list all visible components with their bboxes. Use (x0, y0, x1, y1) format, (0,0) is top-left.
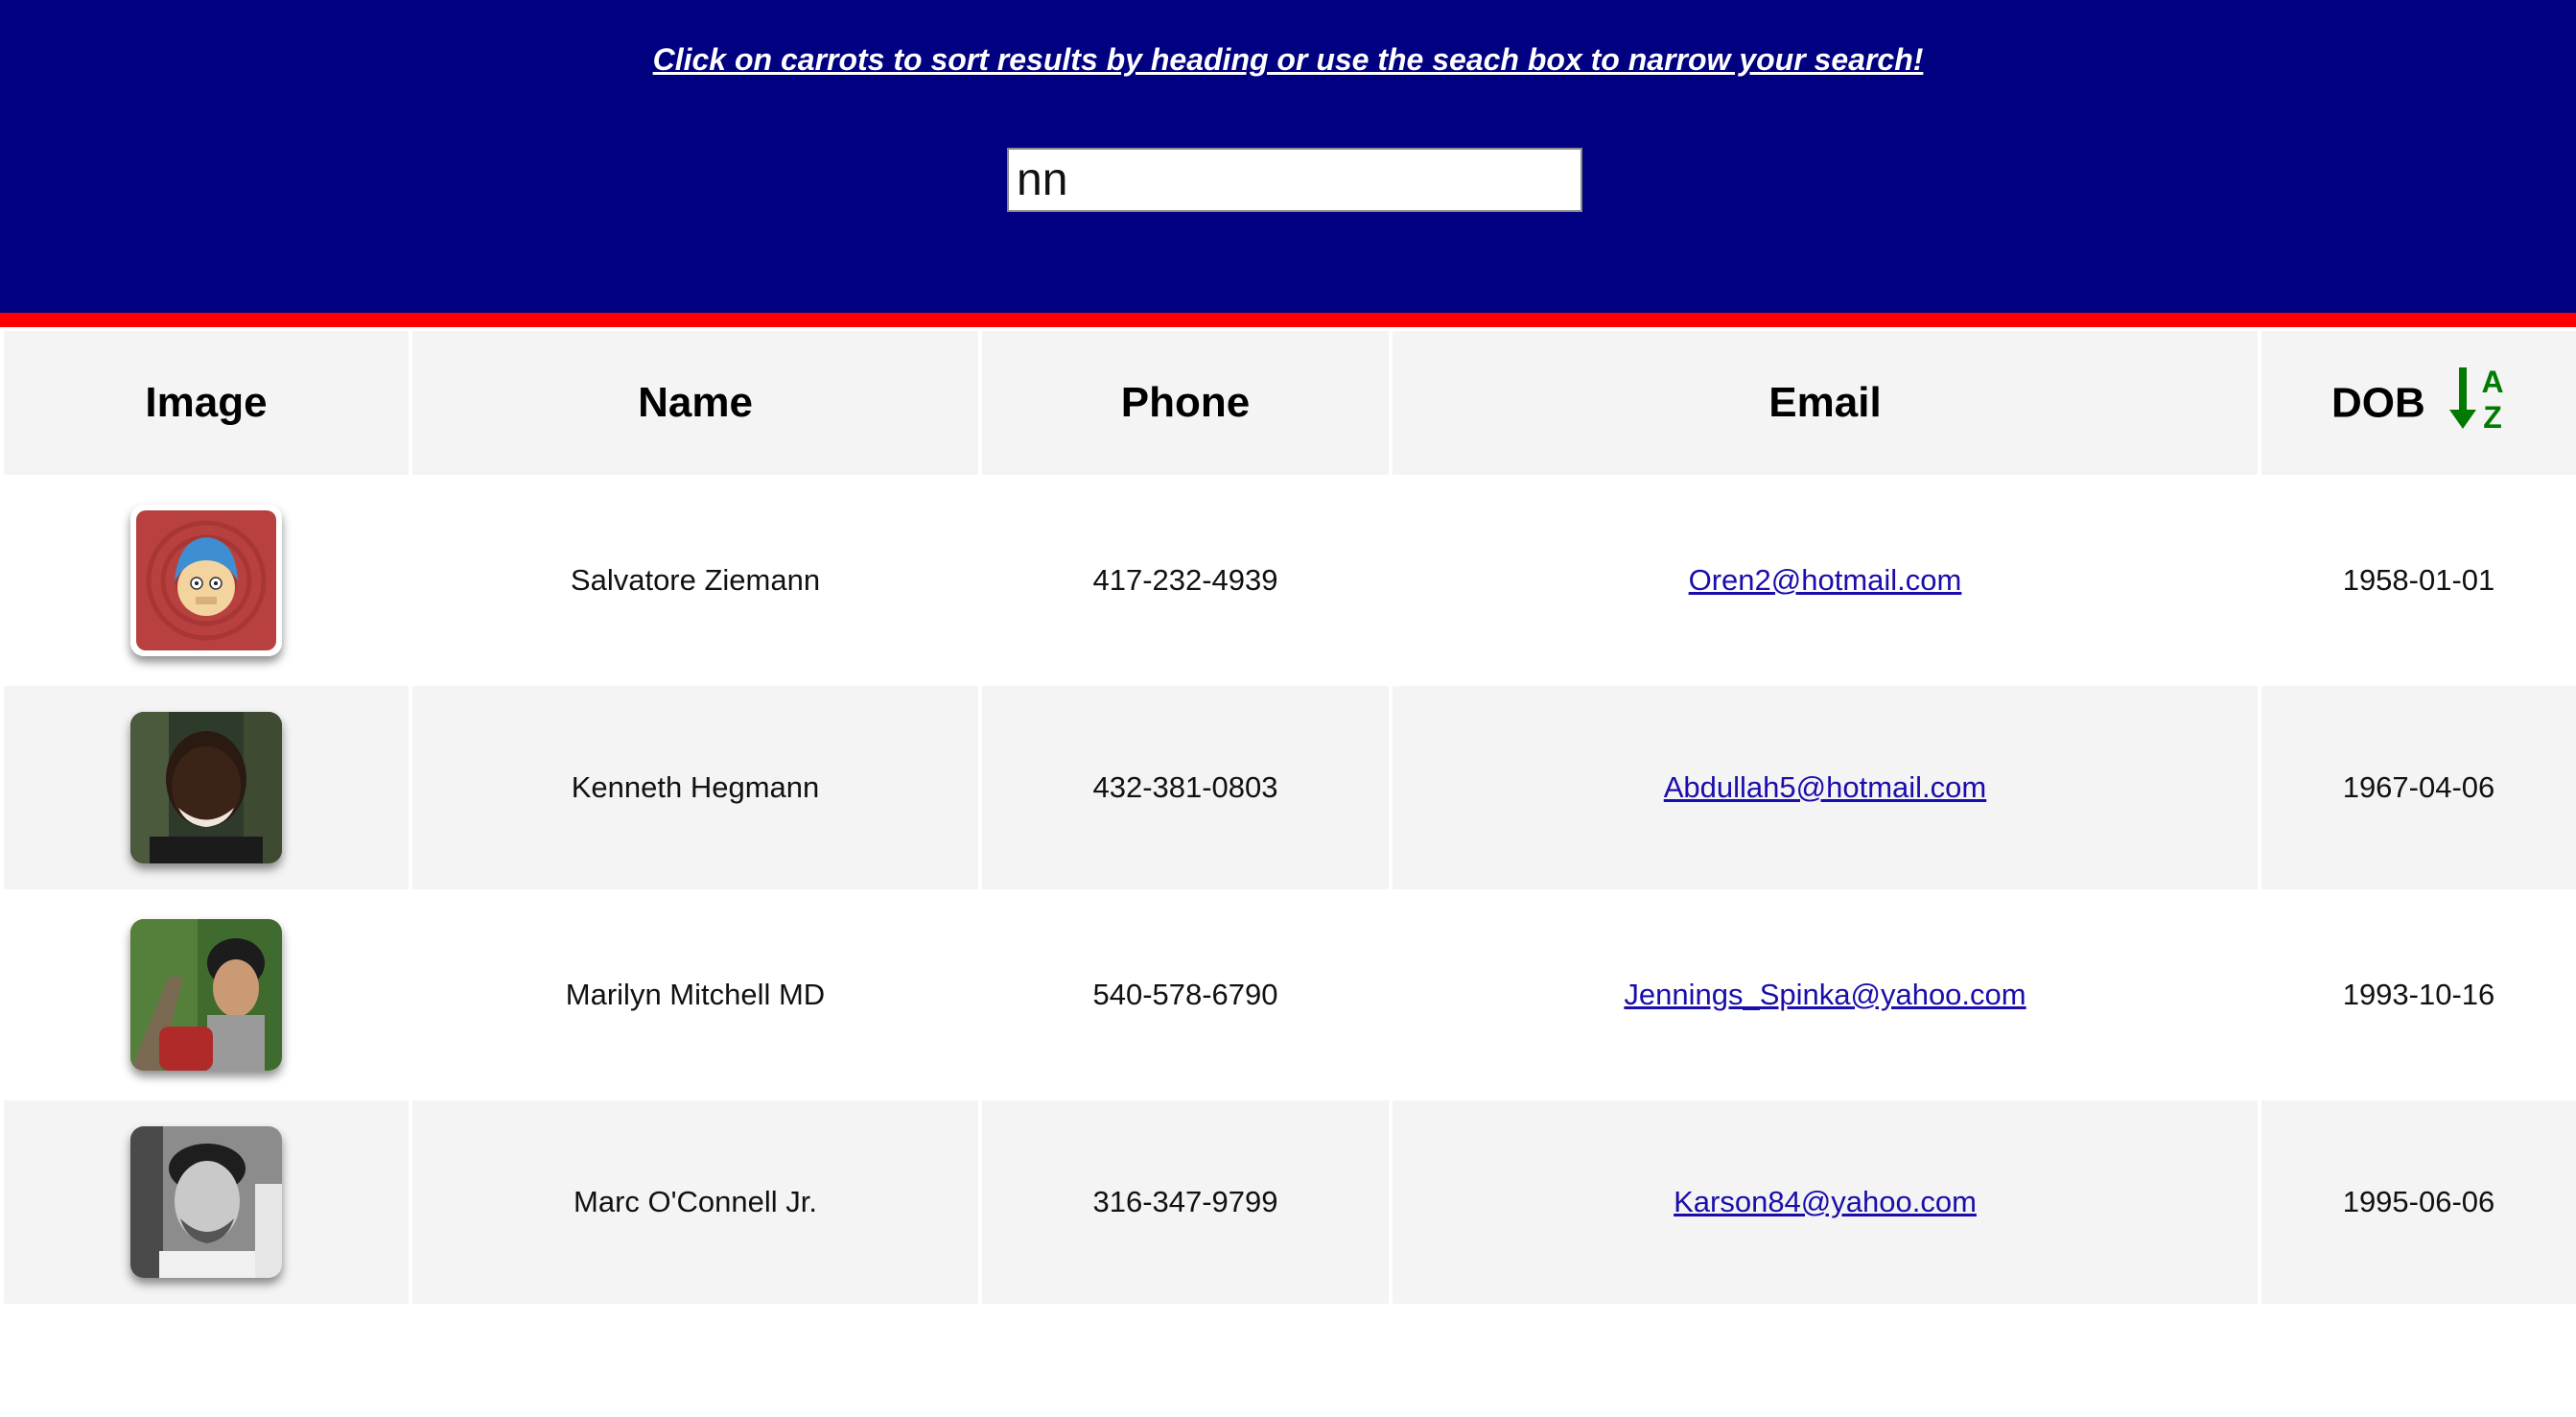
phone-cell: 540-578-6790 (982, 893, 1389, 1097)
email-link[interactable]: Jennings_Spinka@yahoo.com (1624, 978, 2026, 1011)
email-link[interactable]: Oren2@hotmail.com (1689, 563, 1962, 597)
photo-avatar (130, 919, 282, 1071)
phone-cell: 432-381-0803 (982, 686, 1389, 889)
dob-cell: 1993-10-16 (2261, 893, 2576, 1097)
cartoon-avatar (130, 505, 282, 656)
instructions-text: Click on carrots to sort results by head… (652, 42, 1924, 77)
svg-text:Z: Z (2483, 400, 2502, 433)
name-cell: Marc O'Connell Jr. (412, 1100, 978, 1304)
phone-cell: 417-232-4939 (982, 479, 1389, 682)
dob-cell: 1958-01-01 (2261, 479, 2576, 682)
column-header-email[interactable]: Email (1393, 331, 2258, 475)
phone-cell: 316-347-9799 (982, 1100, 1389, 1304)
column-header-phone[interactable]: Phone (982, 331, 1389, 475)
image-cell (4, 1100, 409, 1304)
table-row: Marilyn Mitchell MD 540-578-6790 Jenning… (4, 893, 2576, 1097)
name-cell: Marilyn Mitchell MD (412, 893, 978, 1097)
dob-cell: 1967-04-06 (2261, 686, 2576, 889)
image-cell (4, 479, 409, 682)
name-cell: Kenneth Hegmann (412, 686, 978, 889)
sort-alpha-down-icon[interactable]: A Z (2447, 364, 2506, 443)
photo-avatar (130, 712, 282, 863)
table-header-row: Image Name Phone Email DOB A Z (4, 331, 2576, 475)
employee-table: Image Name Phone Email DOB A Z Salvatore… (0, 327, 2576, 1308)
column-header-dob[interactable]: DOB A Z (2261, 331, 2576, 475)
column-header-name[interactable]: Name (412, 331, 978, 475)
email-link[interactable]: Karson84@yahoo.com (1674, 1185, 1977, 1218)
image-cell (4, 893, 409, 1097)
svg-text:A: A (2481, 365, 2503, 399)
email-link[interactable]: Abdullah5@hotmail.com (1664, 770, 1986, 804)
email-cell: Jennings_Spinka@yahoo.com (1393, 893, 2258, 1097)
table-row: Marc O'Connell Jr. 316-347-9799 Karson84… (4, 1100, 2576, 1304)
table-row: Salvatore Ziemann 417-232-4939 Oren2@hot… (4, 479, 2576, 682)
dob-cell: 1995-06-06 (2261, 1100, 2576, 1304)
page-header: Click on carrots to sort results by head… (0, 0, 2576, 327)
email-cell: Oren2@hotmail.com (1393, 479, 2258, 682)
name-cell: Salvatore Ziemann (412, 479, 978, 682)
email-cell: Abdullah5@hotmail.com (1393, 686, 2258, 889)
photo-avatar (130, 1126, 282, 1278)
search-input[interactable] (1007, 148, 1582, 212)
column-header-image[interactable]: Image (4, 331, 409, 475)
table-row: Kenneth Hegmann 432-381-0803 Abdullah5@h… (4, 686, 2576, 889)
email-cell: Karson84@yahoo.com (1393, 1100, 2258, 1304)
image-cell (4, 686, 409, 889)
